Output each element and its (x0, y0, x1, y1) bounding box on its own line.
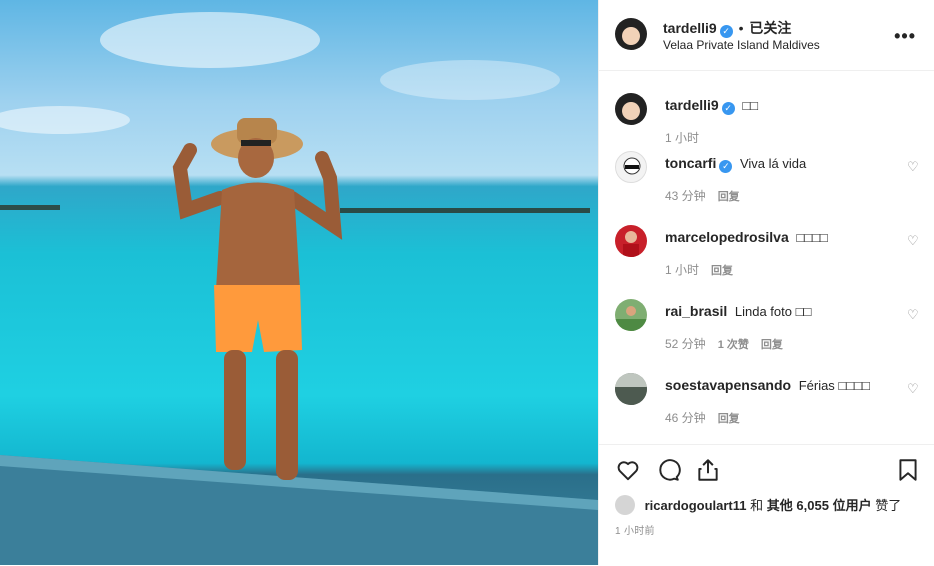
comment-time[interactable]: 1 小时 (665, 263, 699, 277)
avatar-face (622, 101, 640, 120)
heart-icon[interactable] (615, 457, 641, 483)
verified-icon: ✓ (721, 102, 735, 115)
post-header: tardelli9 ✓ • 已关注 Velaa Private Island Ma… (599, 0, 934, 71)
bookmark-icon[interactable] (895, 457, 921, 483)
comment-avatar[interactable] (615, 299, 647, 331)
comment-time[interactable]: 46 分钟 (665, 411, 706, 425)
comment-username[interactable]: rai_brasil (665, 303, 727, 319)
post-location[interactable]: Velaa Private Island Maldives (663, 38, 820, 52)
liker-avatar[interactable] (615, 495, 635, 515)
photo-avatar-icon (615, 306, 647, 331)
comment-like-icon[interactable]: ♡ (907, 234, 919, 247)
comment-meta: 43 分钟 回复 (665, 187, 752, 204)
comment-like-icon[interactable]: ♡ (907, 308, 919, 321)
comments-list: tardelli9 ✓ □□ 1 小时 toncarfi ✓ Viva lá vid… (599, 71, 934, 443)
follow-separator: • (738, 20, 744, 36)
comment-time[interactable]: 43 分钟 (665, 189, 706, 203)
likes-unit[interactable]: 位用户 (833, 498, 872, 513)
caption-meta: 1 小时 (665, 129, 711, 146)
author-username[interactable]: tardelli9 (663, 20, 717, 36)
photo-avatar-icon (615, 373, 647, 405)
comment-username[interactable]: toncarfi (665, 155, 716, 171)
avatar-face (622, 26, 640, 45)
comment-text: □□□□ (796, 230, 828, 245)
reply-button[interactable]: 回复 (718, 191, 740, 203)
comment-svg (659, 459, 681, 481)
caption-avatar[interactable] (615, 93, 647, 125)
comment-text: Férias □□□□ (798, 378, 870, 393)
follow-status-button[interactable]: 已关注 (749, 20, 791, 36)
comment-time[interactable]: 52 分钟 (665, 337, 706, 351)
comment-body: marcelopedrosilva □□□□ (665, 229, 885, 245)
post-timestamp[interactable]: 1 小时前 (615, 522, 655, 537)
caption-text: □□ (742, 98, 759, 113)
comment-text: Viva lá vida (739, 156, 807, 171)
comment-meta: 46 分钟 回复 (665, 409, 752, 426)
comment-icon[interactable] (655, 457, 681, 483)
comment-likes-button[interactable]: 1 次赞 (718, 339, 749, 351)
header-userline: tardelli9 ✓ • 已关注 (663, 18, 791, 38)
heart-svg (617, 461, 639, 481)
reply-button[interactable]: 回复 (718, 413, 740, 425)
comment-text: Linda foto □□ (734, 304, 812, 319)
comment-body: rai_brasil Linda foto □□ (665, 303, 885, 319)
likes-count[interactable]: 6,055 (796, 498, 829, 513)
caption-username[interactable]: tardelli9 (665, 97, 719, 113)
likes-suffix: 赞了 (875, 498, 902, 513)
author-avatar[interactable] (615, 18, 647, 50)
caption-time[interactable]: 1 小时 (665, 131, 699, 145)
share-icon[interactable] (695, 457, 721, 483)
comment-body: toncarfi ✓ Viva lá vida (665, 155, 885, 173)
likes-and: 和 (750, 498, 764, 513)
comment-username[interactable]: marcelopedrosilva (665, 229, 789, 245)
comment-meta: 52 分钟 1 次赞 回复 (665, 335, 795, 352)
action-bar: ricardogoulart11 和 其他 6,055 位用户 赞了 1 小时前 (599, 444, 934, 566)
reply-button[interactable]: 回复 (711, 265, 733, 277)
bookmark-svg (899, 459, 917, 481)
comment-avatar[interactable] (615, 373, 647, 405)
verified-icon: ✓ (719, 25, 733, 38)
beach-scene (0, 12, 598, 565)
liker-username[interactable]: ricardogoulart11 (645, 498, 747, 513)
comment-body: soestavapensando Férias □□□□ (665, 377, 885, 393)
comment-username[interactable]: soestavapensando (665, 377, 791, 393)
comments-panel: tardelli9 ✓ • 已关注 Velaa Private Island Ma… (598, 0, 934, 565)
comment-meta: 1 小时 回复 (665, 261, 745, 278)
comment-avatar[interactable] (615, 225, 647, 257)
comment-like-icon[interactable]: ♡ (907, 160, 919, 173)
reply-button[interactable]: 回复 (761, 339, 783, 351)
photo-avatar-icon (623, 231, 639, 257)
post-photo[interactable] (0, 0, 598, 565)
person-figure (172, 118, 343, 480)
verified-icon: ✓ (719, 160, 733, 173)
likes-others-link[interactable]: 其他 (767, 498, 793, 513)
more-horizontal-icon[interactable]: ••• (894, 26, 916, 47)
share-svg (698, 459, 718, 481)
comment-avatar[interactable] (615, 151, 647, 183)
comment-like-icon[interactable]: ♡ (907, 382, 919, 395)
sunglasses-avatar-icon (623, 157, 641, 175)
caption-body: tardelli9 ✓ □□ (665, 97, 885, 115)
likes-summary: ricardogoulart11 和 其他 6,055 位用户 赞了 (615, 495, 901, 515)
